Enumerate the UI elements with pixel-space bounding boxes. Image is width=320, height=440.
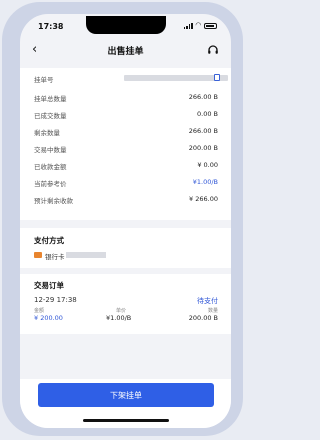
payment-method-card: 支付方式 银行卡 <box>20 228 231 268</box>
detail-value: ¥ 266.00 <box>189 195 218 203</box>
detail-value: ¥ 0.00 <box>197 161 218 169</box>
detail-row: 预计剩余收款 ¥ 266.00 <box>34 195 218 207</box>
signal-icon <box>183 22 193 29</box>
qty-label: 数量 <box>207 308 218 314</box>
price-value: ¥1.00/B <box>106 314 132 322</box>
qty-value: 200.00 B <box>188 314 218 322</box>
order-id-value-blurred <box>124 75 228 81</box>
detail-row: 交易中数量 200.00 B <box>34 144 218 156</box>
order-date: 12-29 17:38 <box>34 296 77 304</box>
delist-order-button[interactable]: 下架挂单 <box>38 383 214 407</box>
detail-value: 0.00 B <box>197 110 218 118</box>
price-label: 单价 <box>116 308 127 314</box>
amount-value: ¥ 200.00 <box>34 314 63 322</box>
detail-label: 预计剩余收款 <box>34 197 73 205</box>
detail-row: 挂单总数量 266.00 B <box>34 93 218 105</box>
detail-row: 剩余数量 266.00 B <box>34 127 218 139</box>
detail-row: 已成交数量 0.00 B <box>34 110 218 122</box>
detail-label: 挂单总数量 <box>34 95 67 103</box>
detail-label: 已成交数量 <box>34 112 67 120</box>
bank-number-blurred <box>66 252 106 258</box>
home-indicator <box>83 419 169 422</box>
detail-row: 当前参考价 ¥1.00/B <box>34 178 218 190</box>
detail-value: 266.00 B <box>188 127 218 135</box>
detail-row: 已收款金额 ¥ 0.00 <box>34 161 218 173</box>
nav-bar: ‹ 出售挂单 <box>20 40 231 62</box>
order-id-label: 挂单号 <box>34 76 54 84</box>
detail-value: ¥1.00/B <box>192 178 218 186</box>
screen: 17:38 ◠ ‹ 出售挂单 挂单号 挂单总数量 266.00 B 已成交数量 … <box>20 14 231 428</box>
detail-label: 已收款金额 <box>34 163 67 171</box>
notch <box>86 16 166 34</box>
order-id-row: 挂单号 <box>34 74 228 86</box>
headset-icon[interactable] <box>207 44 219 56</box>
payment-title: 支付方式 <box>34 236 64 245</box>
phone-frame: 17:38 ◠ ‹ 出售挂单 挂单号 挂单总数量 266.00 B 已成交数量 … <box>2 2 243 436</box>
trade-orders-title: 交易订单 <box>34 281 64 290</box>
status-icons: ◠ <box>183 21 217 29</box>
wifi-icon: ◠ <box>195 21 201 29</box>
detail-label: 交易中数量 <box>34 146 67 154</box>
detail-value: 200.00 B <box>188 144 218 152</box>
bank-card-icon <box>34 252 42 258</box>
page-title: 出售挂单 <box>107 47 144 57</box>
detail-value: 266.00 B <box>188 93 218 101</box>
detail-label: 当前参考价 <box>34 180 67 188</box>
trade-order-card[interactable]: 交易订单 12-29 17:38 待支付 金额 ¥ 200.00 单价 ¥1.0… <box>20 274 231 334</box>
detail-label: 剩余数量 <box>34 129 60 137</box>
order-status[interactable]: 待支付 <box>197 296 218 306</box>
status-bar: 17:38 ◠ <box>20 14 231 36</box>
amount-label: 金额 <box>34 308 45 314</box>
bank-method-label: 银行卡 <box>45 253 65 261</box>
bottom-bar: 下架挂单 <box>20 379 231 428</box>
battery-icon <box>204 22 217 29</box>
order-details-card: 挂单号 挂单总数量 266.00 B 已成交数量 0.00 B 剩余数量 266… <box>20 68 231 220</box>
status-time: 17:38 <box>38 22 64 31</box>
copy-icon[interactable] <box>214 74 220 81</box>
